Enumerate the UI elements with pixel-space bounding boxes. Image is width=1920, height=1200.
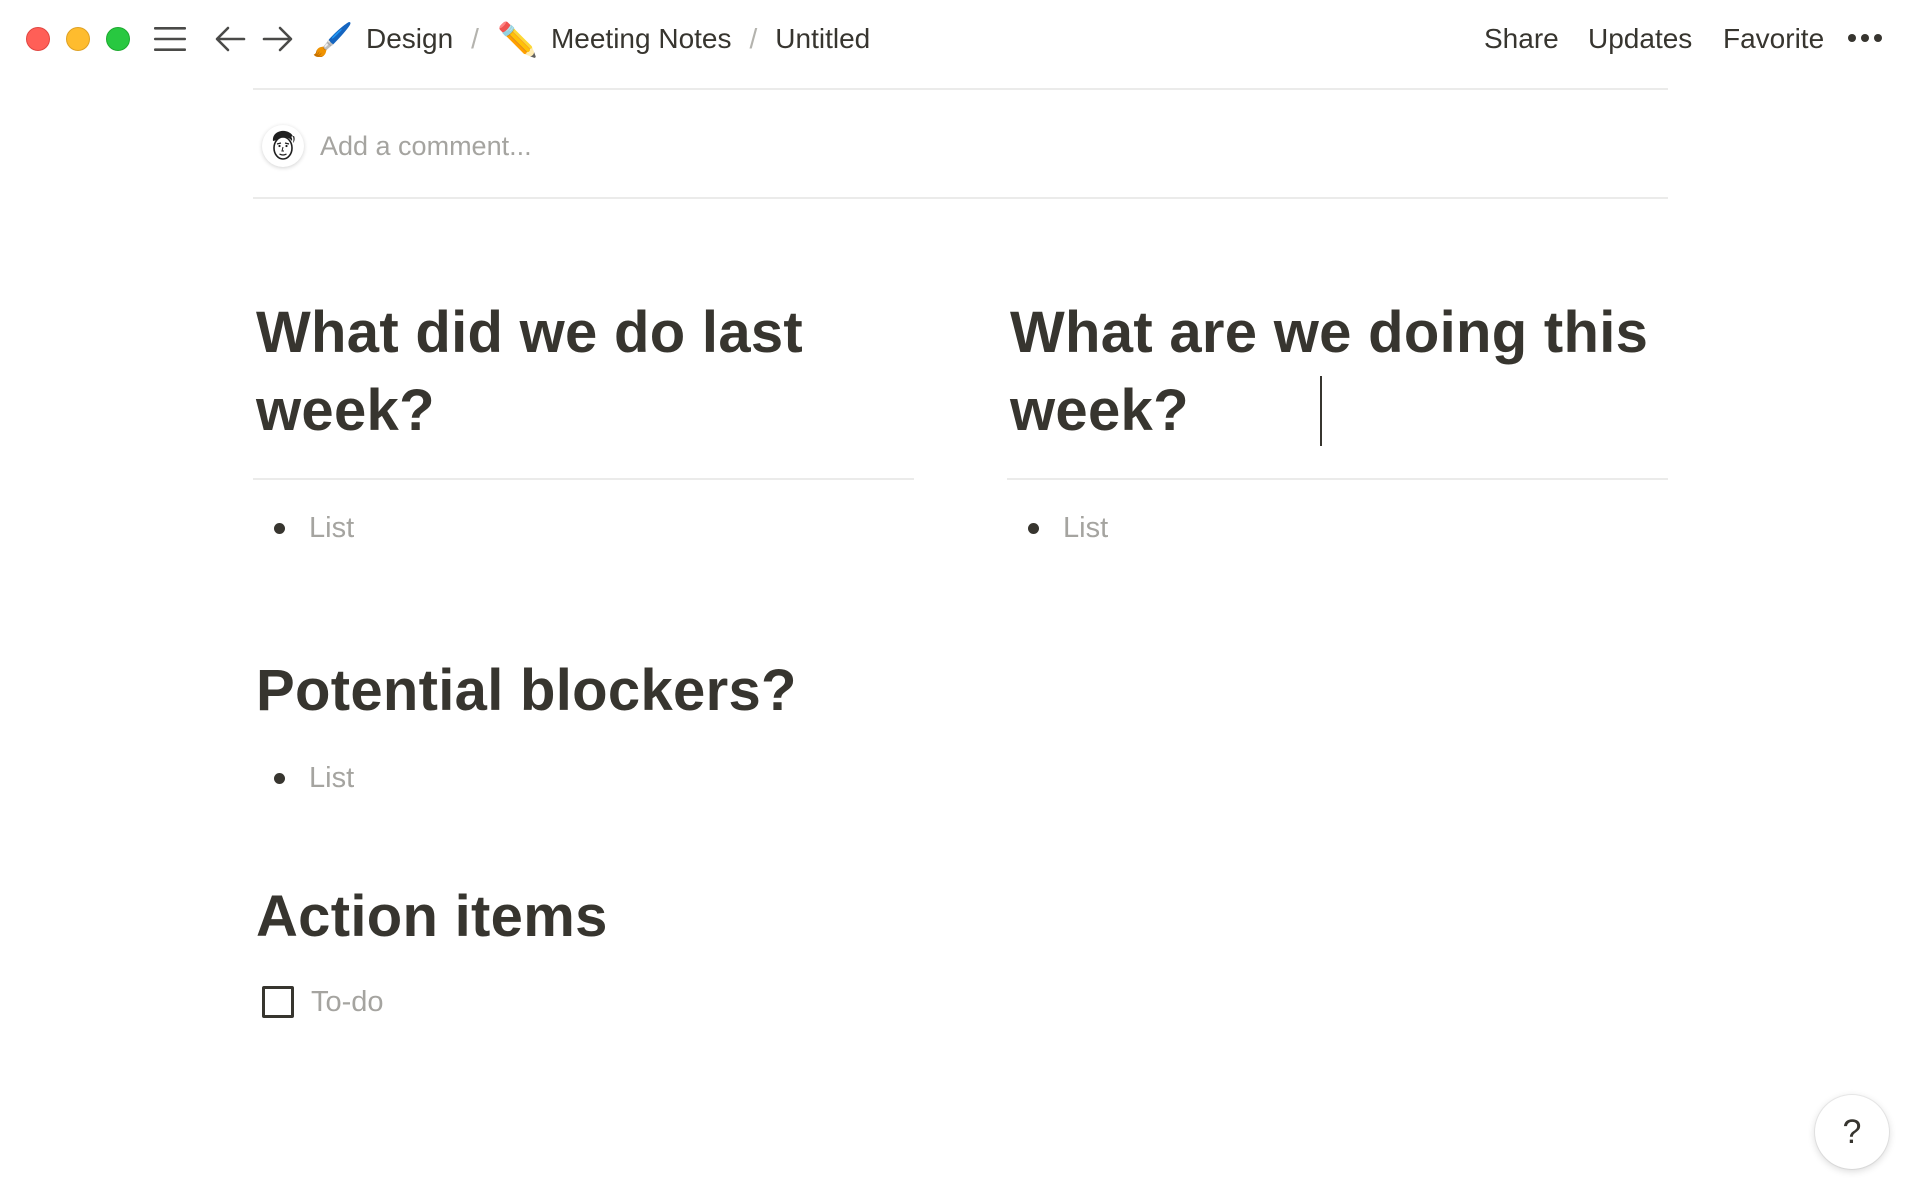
- breadcrumb-item-untitled[interactable]: Untitled: [775, 23, 870, 55]
- comment-input[interactable]: [320, 130, 1120, 162]
- heading-action-items[interactable]: Action items: [256, 878, 1156, 956]
- breadcrumb-label: Meeting Notes: [550, 23, 732, 54]
- list-placeholder: List: [309, 761, 355, 794]
- list-item[interactable]: List: [256, 758, 354, 798]
- hamburger-icon: [154, 27, 186, 51]
- share-button[interactable]: Share: [1484, 18, 1559, 60]
- updates-button[interactable]: Updates: [1588, 18, 1692, 60]
- question-mark-icon: ?: [1842, 1112, 1862, 1151]
- more-options-button[interactable]: [1848, 34, 1882, 42]
- todo-item: To-do: [262, 982, 384, 1022]
- breadcrumb-item-meeting-notes[interactable]: ✏️ Meeting Notes: [497, 23, 732, 56]
- breadcrumb-separator: /: [749, 23, 758, 54]
- close-window-button[interactable]: [26, 27, 50, 51]
- text-cursor: [1320, 376, 1322, 446]
- breadcrumb-item-design[interactable]: 🖌️ Design: [312, 23, 453, 56]
- column-divider-right: [1007, 478, 1668, 480]
- ellipsis-icon: [1848, 34, 1856, 42]
- bullet-icon: [274, 772, 285, 784]
- help-button[interactable]: ?: [1815, 1095, 1889, 1169]
- arrow-right-icon: [262, 26, 293, 52]
- list-placeholder: List: [1063, 511, 1109, 544]
- heading-blockers[interactable]: Potential blockers?: [256, 652, 1156, 730]
- pencil-icon: ✏️: [496, 20, 539, 58]
- breadcrumb-separator: /: [471, 23, 479, 54]
- arrow-left-icon: [215, 26, 246, 52]
- list-item[interactable]: List: [1010, 508, 1108, 548]
- minimize-window-button[interactable]: [66, 27, 90, 51]
- list-placeholder: List: [309, 511, 355, 544]
- back-button[interactable]: [211, 20, 249, 58]
- todo-checkbox[interactable]: [262, 986, 294, 1018]
- forward-button[interactable]: [259, 20, 297, 58]
- paintbrush-icon: 🖌️: [312, 20, 354, 58]
- comment-bar: [253, 123, 1668, 169]
- comment-divider: [253, 197, 1668, 199]
- todo-placeholder[interactable]: To-do: [311, 986, 384, 1019]
- list-item[interactable]: List: [256, 508, 354, 548]
- favorite-button[interactable]: Favorite: [1723, 18, 1824, 60]
- heading-this-week[interactable]: What are we doing this week?: [1010, 294, 1650, 450]
- breadcrumb-label: Design: [366, 23, 454, 54]
- user-avatar-icon: [262, 125, 304, 167]
- column-divider-left: [253, 478, 914, 480]
- zoom-window-button[interactable]: [106, 27, 130, 51]
- sidebar-toggle-button[interactable]: [151, 20, 189, 58]
- window-controls: [26, 27, 130, 51]
- bullet-icon: [274, 522, 285, 534]
- header-divider: [253, 88, 1668, 90]
- bullet-icon: [1028, 522, 1039, 534]
- title-bar: 🖌️ Design / ✏️ Meeting Notes / Untitled …: [0, 0, 1920, 78]
- heading-last-week[interactable]: What did we do last week?: [256, 294, 916, 450]
- breadcrumb: 🖌️ Design / ✏️ Meeting Notes / Untitled: [312, 18, 870, 60]
- breadcrumb-label: Untitled: [775, 23, 871, 54]
